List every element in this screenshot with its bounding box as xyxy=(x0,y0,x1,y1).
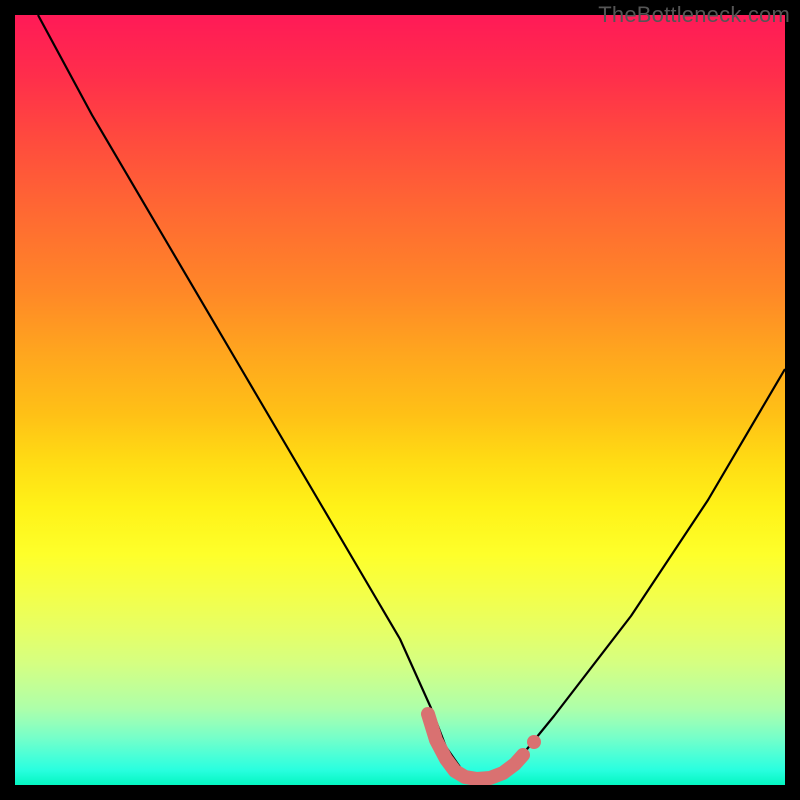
curve-path xyxy=(38,15,785,777)
accent-dot xyxy=(527,735,541,749)
bottleneck-curve xyxy=(15,15,785,785)
accent-segment xyxy=(428,714,523,779)
watermark-text: TheBottleneck.com xyxy=(598,2,790,28)
plot-area xyxy=(15,15,785,785)
chart-frame: TheBottleneck.com xyxy=(0,0,800,800)
